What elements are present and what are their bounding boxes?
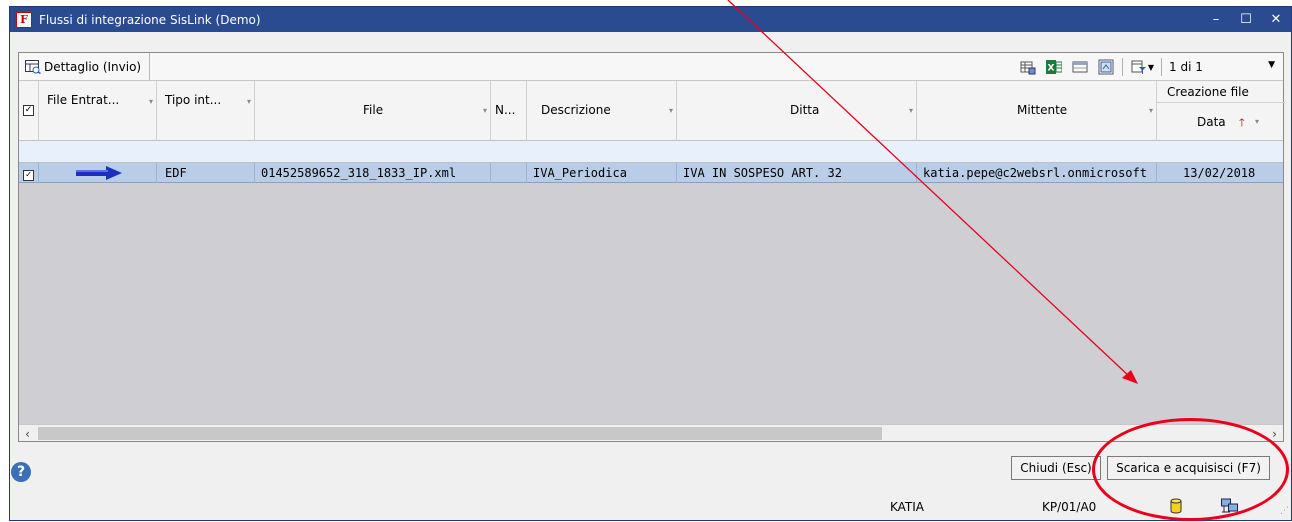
toolbar-separator bbox=[1161, 58, 1162, 76]
scrollbar-thumb[interactable] bbox=[38, 427, 882, 440]
column-filter-icon[interactable]: ▾ bbox=[483, 106, 487, 115]
row-data: 13/02/2018 bbox=[1183, 166, 1256, 180]
maximize-button[interactable]: ☐ bbox=[1231, 7, 1261, 32]
column-filter-icon[interactable]: ▾ bbox=[1149, 106, 1153, 115]
window-controls: – ☐ ✕ bbox=[1201, 7, 1291, 32]
horizontal-scrollbar[interactable]: ‹ › bbox=[19, 424, 1283, 441]
column-filter-icon[interactable]: ▾ bbox=[149, 97, 153, 106]
columns-icon[interactable] bbox=[1072, 59, 1088, 75]
column-filter-icon[interactable]: ▾ bbox=[1255, 117, 1259, 126]
resize-grip-icon[interactable]: ⋰ bbox=[1280, 506, 1289, 516]
row-ditta: IVA IN SOSPESO ART. 32 bbox=[677, 163, 917, 183]
app-icon: F bbox=[16, 11, 32, 28]
column-label: Descrizione bbox=[541, 103, 611, 117]
row-tipo: EDF bbox=[157, 163, 255, 183]
column-header-entrata[interactable]: File Entrat... ▾ bbox=[39, 81, 157, 141]
column-header-tipo[interactable]: Tipo int... ▾ bbox=[157, 81, 255, 141]
title-bar: F Flussi di integrazione SisLink (Demo) … bbox=[10, 7, 1291, 32]
column-header-data[interactable]: Data 🡑 ▾ bbox=[1157, 103, 1285, 141]
column-header-n[interactable]: N... bbox=[491, 81, 527, 141]
select-all-checkbox[interactable]: ✓ bbox=[23, 105, 34, 116]
print-grid-icon[interactable] bbox=[1020, 59, 1036, 75]
detail-view-icon bbox=[25, 59, 41, 74]
arrow-right-icon bbox=[76, 166, 122, 180]
column-group-creazione: Creazione file Data 🡑 ▾ bbox=[1157, 81, 1285, 141]
column-filter-icon[interactable]: ▾ bbox=[909, 106, 913, 115]
column-group-label: Creazione file bbox=[1167, 85, 1249, 99]
row-direction-cell bbox=[39, 163, 157, 183]
select-all-header[interactable]: ✓ bbox=[19, 81, 39, 141]
filter-row[interactable] bbox=[19, 141, 1283, 163]
network-icon bbox=[1221, 498, 1238, 513]
detail-view-button[interactable]: Dettaglio (Invio) bbox=[19, 53, 151, 80]
status-code: KP/01/A0 bbox=[1042, 500, 1097, 514]
column-header-file[interactable]: File ▾ bbox=[255, 81, 491, 141]
column-filter-icon[interactable]: ▾ bbox=[247, 97, 251, 106]
main-window: F Flussi di integrazione SisLink (Demo) … bbox=[9, 6, 1292, 521]
column-header-ditta[interactable]: Ditta ▾ bbox=[677, 81, 917, 141]
row-mittente: katia.pepe@c2websrl.onmicrosoft bbox=[917, 163, 1157, 183]
close-window-button[interactable]: ✕ bbox=[1261, 7, 1291, 32]
column-label: Data bbox=[1197, 115, 1226, 129]
sort-ascending-icon[interactable]: 🡑 bbox=[1239, 114, 1245, 133]
column-header-row: ✓ File Entrat... ▾ Tipo int... ▾ File ▾ … bbox=[19, 81, 1285, 141]
column-filter-icon[interactable]: ▾ bbox=[669, 106, 673, 115]
excel-export-icon[interactable]: X bbox=[1045, 59, 1062, 75]
database-icon bbox=[1170, 498, 1182, 514]
page-selector[interactable]: 1 di 1 ▼ bbox=[1165, 60, 1283, 74]
column-label: File bbox=[363, 103, 384, 117]
filter-menu-chevron-icon[interactable]: ▼ bbox=[1148, 63, 1154, 72]
column-header-mittente[interactable]: Mittente ▾ bbox=[917, 81, 1157, 141]
column-label: Mittente bbox=[1017, 103, 1068, 117]
scroll-left-icon[interactable]: ‹ bbox=[19, 425, 36, 442]
filter-menu-icon[interactable] bbox=[1131, 59, 1147, 75]
detail-view-label: Dettaglio (Invio) bbox=[44, 59, 142, 74]
minimize-button[interactable]: – bbox=[1201, 7, 1231, 32]
table-row[interactable]: ✓ EDF 01452589652_318_1833_IP.xml IVA_Pe… bbox=[19, 163, 1283, 183]
scroll-right-icon[interactable]: › bbox=[1266, 425, 1283, 442]
status-bar: KATIA KP/01/A0 ⋰ bbox=[10, 490, 1291, 522]
column-label: File Entrat... bbox=[47, 93, 120, 107]
toolbar-separator bbox=[1121, 58, 1123, 76]
grid-toolbar: Dettaglio (Invio) X ▼ 1 di 1 ▼ bbox=[19, 53, 1283, 81]
column-header-descrizione[interactable]: Descrizione ▾ bbox=[527, 81, 677, 141]
close-button[interactable]: Chiudi (Esc) bbox=[1011, 456, 1101, 480]
status-user: KATIA bbox=[890, 500, 925, 514]
column-label: Ditta bbox=[790, 103, 820, 117]
row-descrizione: IVA_Periodica bbox=[527, 163, 677, 183]
row-n bbox=[491, 163, 527, 183]
svg-text:X: X bbox=[1047, 64, 1054, 74]
row-file: 01452589652_318_1833_IP.xml bbox=[255, 163, 491, 183]
layout-icon[interactable] bbox=[1098, 59, 1114, 75]
column-label: N... bbox=[495, 103, 516, 117]
column-label: Tipo int... bbox=[165, 93, 222, 107]
row-select-cell: ✓ bbox=[19, 163, 39, 183]
page-counter-text: 1 di 1 bbox=[1169, 60, 1203, 74]
help-icon[interactable]: ? bbox=[11, 462, 31, 482]
chevron-down-icon: ▼ bbox=[1268, 60, 1275, 70]
data-grid: Dettaglio (Invio) X ▼ 1 di 1 ▼ ✓ File En… bbox=[18, 52, 1285, 442]
download-acquire-button[interactable]: Scarica e acquisisci (F7) bbox=[1107, 456, 1270, 480]
window-title: Flussi di integrazione SisLink (Demo) bbox=[39, 12, 261, 27]
row-checkbox[interactable]: ✓ bbox=[23, 170, 34, 181]
